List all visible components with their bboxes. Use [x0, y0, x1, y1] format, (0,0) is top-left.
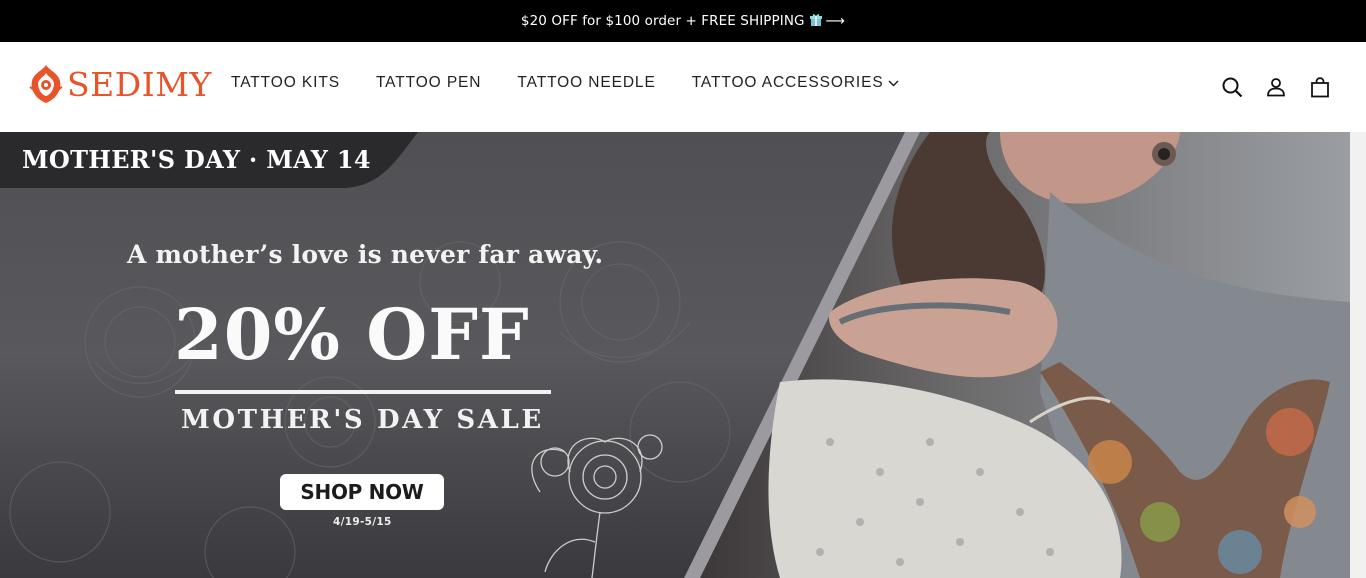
- logo[interactable]: SEDIMY: [28, 60, 212, 108]
- cart-icon[interactable]: [1308, 75, 1332, 99]
- date-tag-text: MOTHER'S DAY · MAY 14: [22, 145, 371, 174]
- announcement-bar[interactable]: $20 OFF for $100 order + FREE SHIPPING ⟶: [0, 0, 1366, 42]
- date-tag: MOTHER'S DAY · MAY 14: [0, 132, 418, 188]
- header-icons: [1200, 75, 1332, 99]
- nav-label: TATTOO ACCESSORIES: [691, 74, 884, 91]
- nav-tattoo-needle[interactable]: TATTOO NEEDLE: [517, 74, 655, 92]
- logo-text: SEDIMY: [67, 64, 212, 104]
- nav-tattoo-accessories[interactable]: TATTOO ACCESSORIES: [692, 74, 899, 92]
- nav-tattoo-pen[interactable]: TATTOO PEN: [376, 74, 481, 92]
- arrow-right-icon: ⟶: [825, 13, 846, 29]
- hero-tagline: A mother’s love is never far away.: [127, 240, 604, 269]
- hero-subheadline: MOTHER'S DAY SALE: [181, 405, 544, 435]
- hero-headline: 20% OFF: [174, 293, 530, 376]
- nav-label: TATTOO NEEDLE: [517, 74, 656, 91]
- gift-icon: [809, 13, 822, 29]
- search-icon[interactable]: [1220, 75, 1244, 99]
- scrollbar[interactable]: [1350, 132, 1366, 578]
- nav-tattoo-kits[interactable]: TATTOO KITS: [231, 74, 340, 92]
- nav-label: TATTOO KITS: [231, 74, 340, 91]
- divider: [175, 390, 551, 394]
- shop-now-button[interactable]: SHOP NOW: [280, 474, 444, 510]
- chevron-down-icon: [888, 74, 899, 92]
- announcement-text[interactable]: $20 OFF for $100 order + FREE SHIPPING: [521, 13, 805, 29]
- account-icon[interactable]: [1264, 75, 1288, 99]
- hero-banner[interactable]: MOTHER'S DAY · MAY 14 A mother’s love is…: [0, 132, 1350, 578]
- nav-label: TATTOO PEN: [375, 74, 482, 91]
- sale-dates: 4/19-5/15: [333, 516, 392, 528]
- main-nav: TATTOO KITS TATTOO PEN TATTOO NEEDLE TAT…: [231, 74, 935, 92]
- site-header: SEDIMY TATTOO KITS TATTOO PEN TATTOO NEE…: [0, 42, 1366, 132]
- flame-logo-icon: [29, 65, 63, 103]
